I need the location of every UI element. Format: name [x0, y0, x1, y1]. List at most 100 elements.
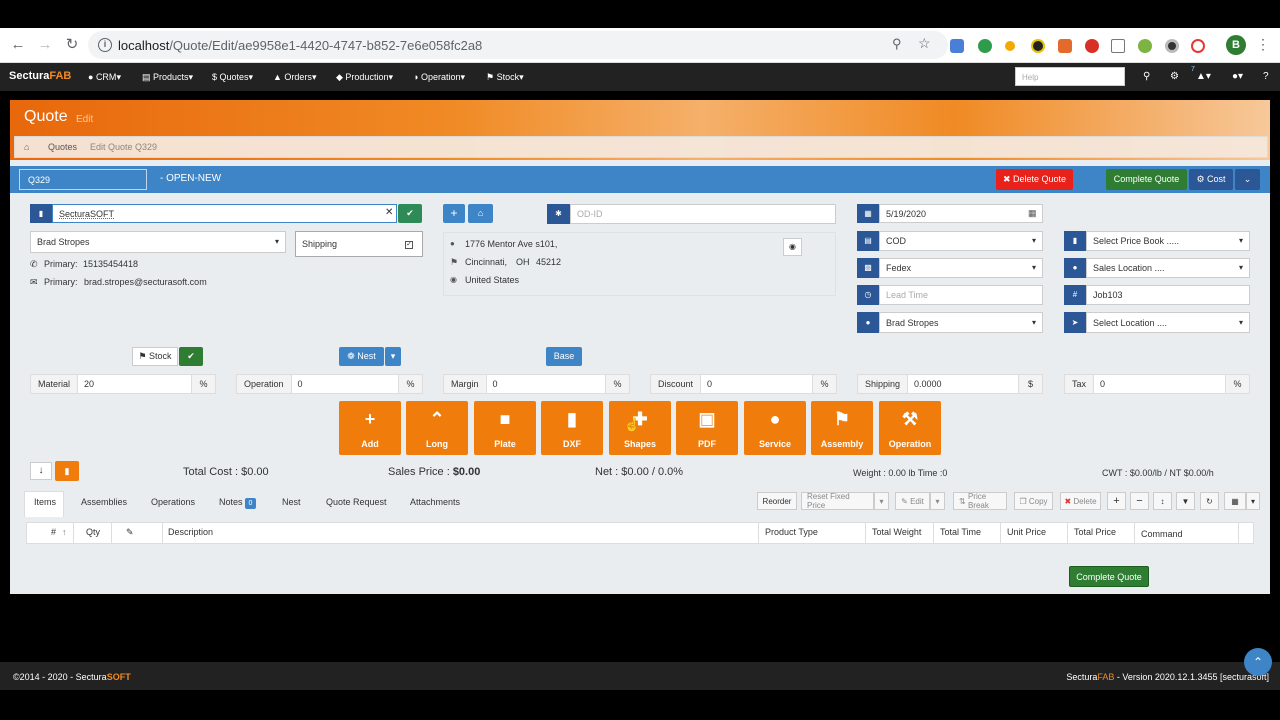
col-command[interactable]: Command — [1141, 529, 1183, 539]
extension-icon[interactable] — [1031, 39, 1045, 53]
location-select[interactable]: Select Location .... — [1086, 312, 1250, 333]
reset-dropdown-icon[interactable]: ▾ — [874, 492, 889, 510]
tab-assemblies[interactable]: Assemblies — [81, 497, 127, 507]
globe-button-icon[interactable]: ◉ — [783, 238, 802, 256]
col-unit-price[interactable]: Unit Price — [1007, 527, 1046, 537]
salesperson-select[interactable]: Brad Stropes — [879, 312, 1043, 333]
long-tile-button[interactable]: ⌃ Long — [406, 401, 468, 455]
translate-extension-icon[interactable] — [950, 39, 964, 53]
notifications-bell-icon[interactable]: ▲▾ — [1196, 71, 1211, 82]
back-icon[interactable]: ← — [8, 35, 28, 55]
add-address-icon[interactable]: + — [443, 204, 465, 223]
stock-button[interactable]: ⚑ Stock — [132, 347, 178, 366]
chevron-down-icon[interactable]: ⌄ — [1235, 169, 1260, 190]
extension-icon[interactable] — [1085, 39, 1099, 53]
terms-select[interactable]: COD — [879, 231, 1043, 251]
tab-quote-request[interactable]: Quote Request — [326, 497, 387, 507]
menu-production[interactable]: ◆ Production▾ — [336, 72, 393, 83]
help-icon[interactable]: ? — [1263, 71, 1269, 82]
col-total-price[interactable]: Total Price — [1074, 527, 1116, 537]
settings-gear-icon[interactable]: ⚙ — [1170, 71, 1179, 82]
date-picker-icon[interactable]: ▦ — [1028, 208, 1037, 219]
home-address-icon[interactable]: ⌂ — [468, 204, 493, 223]
col-product-type[interactable]: Product Type — [765, 527, 818, 537]
forward-icon[interactable]: → — [35, 35, 55, 55]
odid-input[interactable]: OD-ID — [570, 204, 836, 224]
columns-icon[interactable]: ▦ — [1224, 492, 1246, 510]
document-icon[interactable]: ▮ — [55, 461, 79, 481]
shipping-checkbox-field[interactable]: Shipping — [295, 231, 423, 257]
columns-dropdown-icon[interactable]: ▾ — [1246, 492, 1260, 510]
kebab-menu-icon[interactable]: ⋮ — [1256, 36, 1270, 53]
reorder-button[interactable]: Reorder — [757, 492, 797, 510]
carrier-select[interactable]: Fedex — [879, 258, 1043, 278]
col-number[interactable]: # — [51, 527, 56, 537]
tab-attachments[interactable]: Attachments — [410, 497, 460, 507]
brand-logo[interactable]: SecturaFAB — [9, 70, 71, 82]
material-rate-field[interactable]: Material 20% — [30, 374, 216, 394]
nest-button[interactable]: ❁ Nest — [339, 347, 384, 366]
col-description[interactable]: Description — [168, 527, 213, 537]
col-total-weight[interactable]: Total Weight — [872, 527, 921, 537]
reset-fixed-price-button[interactable]: Reset Fixed Price — [801, 492, 874, 510]
extension-icon[interactable] — [1058, 39, 1072, 53]
menu-orders[interactable]: ▲ Orders▾ — [273, 72, 316, 83]
clear-icon[interactable]: ✕ — [385, 207, 393, 218]
shipping-checkbox[interactable]: ✓ — [405, 241, 413, 249]
tab-items[interactable]: Items — [34, 497, 56, 507]
info-icon[interactable]: i — [98, 38, 112, 52]
extension-icon[interactable] — [1138, 39, 1152, 53]
stock-check-icon[interactable]: ✔ — [179, 347, 203, 366]
help-search-input[interactable]: Help — [1015, 67, 1125, 86]
contact-select[interactable]: Brad Stropes — [30, 231, 286, 253]
operation-tile-button[interactable]: ⚒ Operation — [879, 401, 941, 455]
remove-row-icon[interactable]: − — [1130, 492, 1149, 510]
copy-button[interactable]: ❐ Copy — [1014, 492, 1053, 510]
col-total-time[interactable]: Total Time — [940, 527, 981, 537]
lead-time-input[interactable]: Lead Time — [879, 285, 1043, 305]
breadcrumb-quotes[interactable]: Quotes — [48, 142, 77, 152]
price-break-button[interactable]: ⇅ Price Break — [953, 492, 1007, 510]
address-bar[interactable]: i localhost/Quote/Edit/ae9958e1-4420-474… — [88, 31, 948, 59]
shipping-rate-field[interactable]: Shipping 0.0000 $ — [857, 374, 1043, 394]
sort-arrow-icon[interactable]: ↑ — [62, 527, 67, 537]
pdf-tile-button[interactable]: ▣ PDF — [676, 401, 738, 455]
extension-icon[interactable] — [1165, 39, 1179, 53]
profile-avatar[interactable]: B — [1226, 35, 1246, 55]
add-row-icon[interactable]: + — [1107, 492, 1126, 510]
tab-nest[interactable]: Nest — [282, 497, 301, 507]
cost-button[interactable]: ⚙ Cost — [1189, 169, 1233, 190]
service-tile-button[interactable]: ● Service — [744, 401, 806, 455]
edit-button[interactable]: ✎ Edit — [895, 492, 930, 510]
zoom-icon[interactable]: ⚲ — [892, 36, 902, 52]
plate-tile-button[interactable]: ■ Plate — [474, 401, 536, 455]
home-icon[interactable]: ⌂ — [24, 142, 29, 152]
assembly-tile-button[interactable]: ⚑ Assembly — [811, 401, 873, 455]
confirm-check-icon[interactable]: ✔ — [398, 204, 422, 223]
dxf-tile-button[interactable]: ▮ DXF — [541, 401, 603, 455]
sales-location-select[interactable]: Sales Location .... — [1086, 258, 1250, 278]
menu-operation[interactable]: ◑ Operation▾ — [413, 72, 465, 83]
resize-vertical-icon[interactable]: ↕ — [1153, 492, 1172, 510]
extension-icon[interactable] — [978, 39, 992, 53]
operation-rate-field[interactable]: Operation 0% — [236, 374, 423, 394]
scroll-top-icon[interactable]: ⌃ — [1244, 648, 1272, 676]
delete-quote-button[interactable]: ✖ Delete Quote — [996, 169, 1073, 190]
company-input[interactable]: SecturaSOFT — [52, 204, 397, 223]
edit-dropdown-icon[interactable]: ▾ — [930, 492, 945, 510]
menu-products[interactable]: ▤ Products▾ — [142, 72, 193, 83]
tax-rate-field[interactable]: Tax 0% — [1064, 374, 1250, 394]
date-input[interactable]: 5/19/2020 — [879, 204, 1043, 223]
filter-icon[interactable]: ▼ — [1176, 492, 1195, 510]
margin-rate-field[interactable]: Margin 0% — [443, 374, 630, 394]
tab-notes[interactable]: Notes — [219, 497, 243, 507]
delete-row-button[interactable]: ✖ Delete — [1060, 492, 1101, 510]
menu-stock[interactable]: ⚑ Stock▾ — [486, 72, 524, 83]
menu-quotes[interactable]: $ Quotes▾ — [212, 72, 253, 83]
tab-operations[interactable]: Operations — [151, 497, 195, 507]
quote-number-field[interactable]: Q329 — [19, 169, 147, 190]
refresh-icon[interactable]: ↻ — [1200, 492, 1219, 510]
nest-dropdown-icon[interactable]: ▾ — [385, 347, 401, 366]
extension-icon[interactable] — [1111, 39, 1125, 53]
user-menu-icon[interactable]: ●▾ — [1232, 71, 1243, 82]
